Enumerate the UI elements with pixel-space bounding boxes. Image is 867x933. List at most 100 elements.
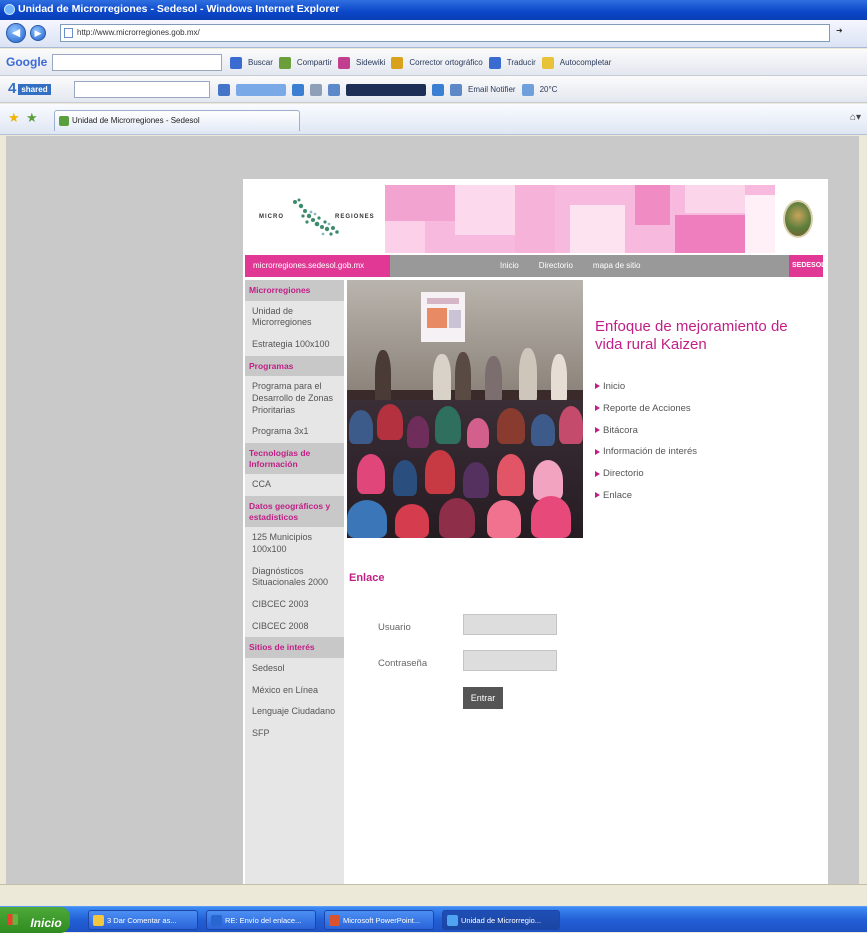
- feature-link-informacion-de-interes[interactable]: Información de interés: [595, 446, 697, 468]
- toolbar-item[interactable]: Sidewiki: [356, 58, 385, 67]
- nav-link-directorio[interactable]: Directorio: [539, 261, 573, 270]
- sidebar-item[interactable]: Lenguaje Ciudadano: [245, 701, 344, 723]
- share-icon[interactable]: [278, 56, 291, 69]
- toolbar-icon[interactable]: [292, 83, 304, 96]
- login-section-title: Enlace: [349, 572, 385, 584]
- toolbar-item[interactable]: Autocompletar: [560, 58, 612, 67]
- password-field[interactable]: [463, 650, 557, 671]
- tab-label: Unidad de Microrregiones - Sedesol: [72, 116, 200, 125]
- search-icon[interactable]: [230, 56, 242, 69]
- back-arrow-icon[interactable]: ◀: [6, 23, 26, 43]
- sidebar-item[interactable]: Programa 3x1: [245, 421, 344, 443]
- mail-icon[interactable]: [218, 83, 230, 96]
- ie-icon: [4, 4, 15, 15]
- mexico-seal-icon: [779, 191, 817, 247]
- bullet-arrow-icon: [595, 470, 600, 477]
- nav-link-mapa-de-sitio[interactable]: mapa de sitio: [593, 261, 641, 270]
- toolbar-icon[interactable]: [310, 83, 322, 96]
- sidebar-item[interactable]: CIBCEC 2008: [245, 616, 344, 638]
- taskbar-task[interactable]: Microsoft PowerPoint...: [324, 910, 434, 930]
- windows-taskbar: Inicio 3 Dar Comentar as... RE: Envío de…: [0, 906, 867, 933]
- go-arrow-icon[interactable]: ➜: [836, 26, 843, 35]
- toolbar-item[interactable]: Email Notifier: [468, 85, 516, 94]
- feature-link-inicio[interactable]: Inicio: [595, 381, 697, 403]
- window-titlebar: Unidad de Microrregiones - Sedesol - Win…: [0, 0, 867, 20]
- home-icon[interactable]: ⌂▾: [850, 112, 861, 123]
- microrregiones-logo[interactable]: MICRO REGIONES: [255, 190, 377, 246]
- address-bar[interactable]: http://www.microrregiones.gob.mx/: [60, 24, 830, 42]
- folder-icon: [93, 915, 104, 926]
- taskbar-task[interactable]: RE: Envío del enlace...: [206, 910, 316, 930]
- secondary-toolbar-buttons: Email Notifier 20°C: [218, 82, 557, 97]
- photo-person: [455, 352, 471, 402]
- autofill-icon[interactable]: [541, 56, 554, 69]
- sidebar-item[interactable]: Diagnósticos Situacionales 2000: [245, 561, 344, 594]
- windows-logo-icon: [7, 914, 18, 925]
- feature-link-bitacora[interactable]: Bitácora: [595, 425, 697, 447]
- feature-link-enlace[interactable]: Enlace: [595, 490, 697, 512]
- login-submit-button[interactable]: Entrar: [463, 687, 503, 709]
- toolbar-icon[interactable]: [432, 83, 444, 96]
- secondary-toolbar: 4 shared Email Notifier 20°C: [0, 76, 867, 103]
- sidebar-item[interactable]: CIBCEC 2003: [245, 594, 344, 616]
- powerpoint-icon: [329, 915, 340, 926]
- sidebar-item[interactable]: Unidad de Microrregiones: [245, 301, 344, 334]
- ie-icon: [447, 915, 458, 926]
- add-favorite-icon[interactable]: ★: [26, 110, 38, 126]
- google-search-input[interactable]: [52, 54, 222, 71]
- sidebar-header: Programas: [245, 355, 344, 377]
- site-header: MICRO REGIONES: [245, 185, 823, 253]
- feature-links: Inicio Reporte de Acciones Bitácora Info…: [595, 381, 697, 512]
- sidebar-header: Microrregiones: [245, 280, 344, 301]
- start-label: Inicio: [30, 916, 62, 930]
- start-button[interactable]: Inicio: [0, 907, 70, 933]
- taskbar-task-active[interactable]: Unidad de Microrregio...: [442, 910, 560, 930]
- site-domain-link[interactable]: microrregiones.sedesol.gob.mx: [245, 255, 390, 277]
- sidebar-item[interactable]: 125 Municipios 100x100: [245, 527, 344, 560]
- feature-link-reporte-de-acciones[interactable]: Reporte de Acciones: [595, 403, 697, 425]
- sidebar-menu: Microrregiones Unidad de Microrregiones …: [245, 280, 344, 884]
- sidebar-item[interactable]: SFP: [245, 723, 344, 745]
- toolbar-item[interactable]: Traducir: [507, 58, 536, 67]
- toolbar-item[interactable]: Buscar: [248, 58, 273, 67]
- sidebar-item[interactable]: Sedesol: [245, 658, 344, 680]
- toolbar-item[interactable]: 20°C: [540, 85, 558, 94]
- feature-link-directorio[interactable]: Directorio: [595, 468, 697, 490]
- media-player[interactable]: [346, 83, 426, 96]
- google-toolbar-buttons: Buscar Compartir Sidewiki Corrector orto…: [230, 55, 611, 70]
- username-field[interactable]: [463, 614, 557, 635]
- weather-icon[interactable]: [521, 83, 534, 96]
- sidebar-item[interactable]: Estrategia 100x100: [245, 334, 344, 356]
- forward-arrow-icon[interactable]: ▶: [30, 25, 46, 41]
- site-navbar: microrregiones.sedesol.gob.mx Inicio Dir…: [245, 255, 825, 277]
- google-logo: Google: [6, 55, 48, 69]
- toolbar-logo: 4 shared: [8, 80, 51, 97]
- toolbar-button[interactable]: [236, 83, 286, 96]
- tab-current[interactable]: Unidad de Microrregiones - Sedesol: [54, 110, 300, 131]
- favorites-star-icon[interactable]: ★: [8, 110, 20, 126]
- photo-person: [375, 350, 391, 402]
- sedesol-brand-link[interactable]: SEDESOL: [789, 255, 825, 277]
- nav-link-inicio[interactable]: Inicio: [500, 261, 519, 270]
- hero-photo: [347, 280, 583, 538]
- toolbar-item[interactable]: Corrector ortográfico: [409, 58, 482, 67]
- bookmark-icon[interactable]: [338, 56, 351, 69]
- logo-micro-text: MICRO: [259, 214, 284, 220]
- sidebar-item[interactable]: México en Línea: [245, 680, 344, 702]
- password-label: Contraseña: [378, 658, 428, 669]
- toolbar-search-input[interactable]: [74, 81, 210, 98]
- photo-person: [551, 354, 567, 402]
- toolbar-item[interactable]: Compartir: [297, 58, 332, 67]
- spellcheck-icon[interactable]: [391, 56, 404, 69]
- sidebar-item[interactable]: Programa para el Desarrollo de Zonas Pri…: [245, 376, 344, 421]
- sidebar-item[interactable]: CCA: [245, 474, 344, 496]
- toolbar-icon[interactable]: [328, 83, 340, 96]
- taskbar-task[interactable]: 3 Dar Comentar as...: [88, 910, 198, 930]
- bullet-arrow-icon: [595, 383, 600, 390]
- address-url: http://www.microrregiones.gob.mx/: [77, 28, 200, 37]
- photo-person: [485, 356, 502, 402]
- projection-screen: [421, 292, 465, 342]
- email-icon[interactable]: [450, 83, 462, 96]
- translate-icon[interactable]: [488, 56, 501, 69]
- feature-title: Enfoque de mejoramiento de vida rural Ka…: [595, 318, 788, 353]
